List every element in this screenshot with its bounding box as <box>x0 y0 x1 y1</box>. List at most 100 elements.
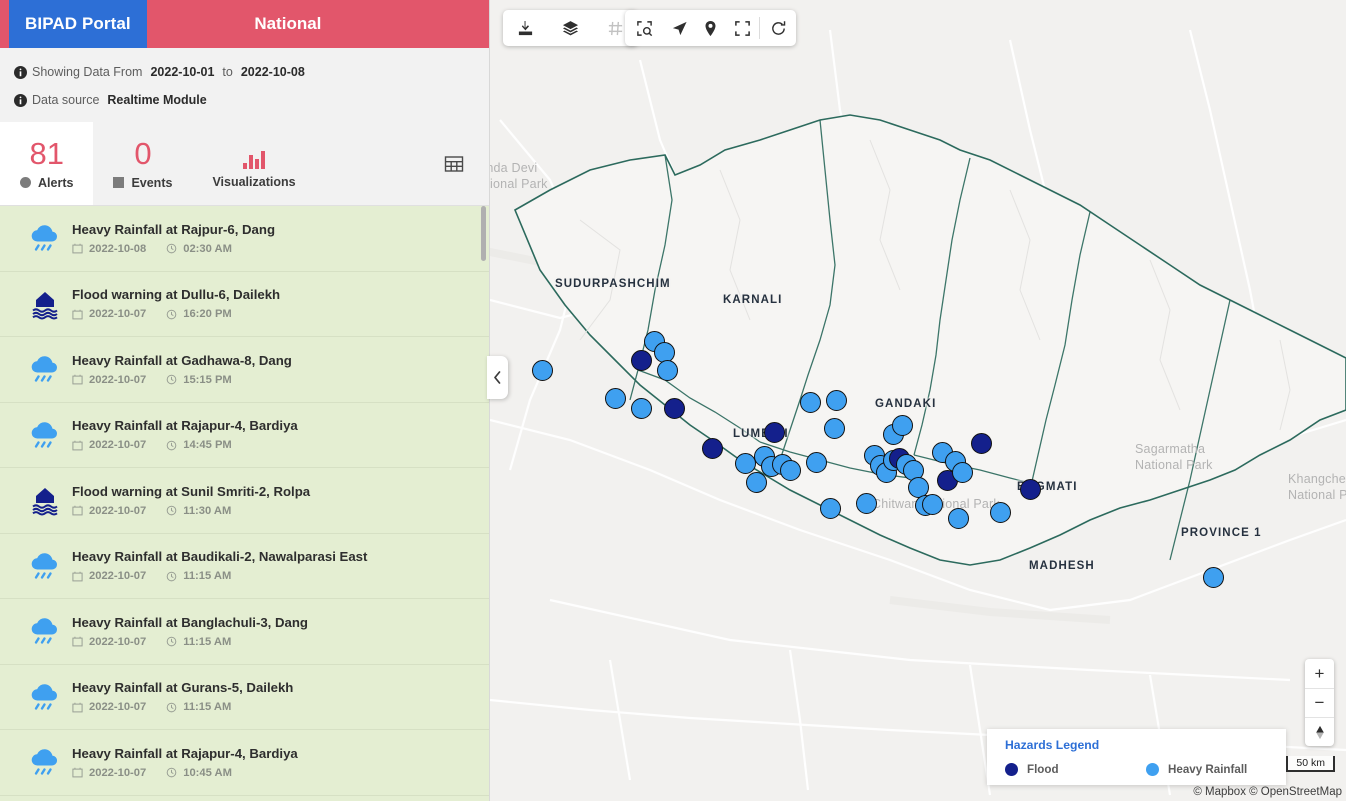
map-province-label: MADHESH <box>1029 560 1095 572</box>
alert-date: 2022-10-07 <box>89 439 147 452</box>
zoom-to-area-icon[interactable] <box>625 10 663 46</box>
hazard-point-rain[interactable] <box>604 387 626 409</box>
calendar-icon <box>72 374 83 385</box>
legend-item[interactable]: Heavy Rainfall <box>1146 763 1247 776</box>
alert-title: Heavy Rainfall at Rajpur-6, Dang <box>72 221 275 237</box>
stat-events[interactable]: 0 Events <box>93 122 192 205</box>
hazard-point-flood[interactable] <box>630 349 652 371</box>
alert-list-item[interactable]: Heavy Rainfall at Gurans-5, Dailekh 2022-… <box>0 664 489 730</box>
location-pin-icon[interactable] <box>695 10 725 46</box>
hazard-point-flood[interactable] <box>663 397 685 419</box>
map-container[interactable]: SUDURPASHCHIM KARNALI GANDAKI LUMBINI BAGMAT… <box>490 0 1346 801</box>
hazard-point-flood[interactable] <box>1019 478 1041 500</box>
compass-icon[interactable] <box>1305 717 1334 746</box>
legend-label: Heavy Rainfall <box>1168 763 1248 776</box>
flood-icon <box>32 488 58 516</box>
navigate-icon[interactable] <box>663 10 695 46</box>
hazard-point-flood[interactable] <box>970 432 992 454</box>
alert-time: 10:45 AM <box>183 766 232 779</box>
alert-list-item[interactable]: Heavy Rainfall at Banglachuli-3, Dang 202… <box>0 599 489 665</box>
info-icon <box>14 93 32 107</box>
hazard-point-rain[interactable] <box>630 397 652 419</box>
calendar-icon <box>72 767 83 778</box>
hazard-point-rain[interactable] <box>989 501 1011 523</box>
alert-date: 2022-10-08 <box>89 242 147 255</box>
stats-bar: 81 Alerts 0 Events Visualizations <box>0 122 489 206</box>
alerts-label: Alerts <box>38 175 74 190</box>
table-icon[interactable] <box>443 153 465 175</box>
hazard-point-rain[interactable] <box>531 359 553 381</box>
alert-title: Heavy Rainfall at Gadhawa-8, Dang <box>72 352 292 368</box>
hazard-point-rain[interactable] <box>855 492 877 514</box>
hazard-point-rain[interactable] <box>891 414 913 436</box>
hazard-point-rain[interactable] <box>947 507 969 529</box>
hazard-point-rain[interactable] <box>799 391 821 413</box>
heavy-rainfall-icon <box>31 225 58 251</box>
stat-visualizations[interactable]: Visualizations <box>192 122 315 205</box>
clock-icon <box>166 767 177 778</box>
heavy-rainfall-icon <box>18 681 72 713</box>
clock-icon <box>166 505 177 516</box>
hazard-point-rain[interactable] <box>745 471 767 493</box>
calendar-icon <box>72 571 83 582</box>
circle-icon <box>20 177 31 188</box>
heavy-rainfall-icon <box>31 749 58 775</box>
hazard-point-flood[interactable] <box>763 421 785 443</box>
panel-collapse-button[interactable] <box>487 356 508 399</box>
hazard-point-rain[interactable] <box>1202 566 1224 588</box>
calendar-icon <box>72 243 83 254</box>
calendar-icon <box>72 440 83 451</box>
visualizations-label: Visualizations <box>212 174 296 189</box>
map-park-label: Nanda Devi National Park <box>490 160 548 192</box>
alert-time: 11:30 AM <box>183 504 232 517</box>
hazard-point-flood[interactable] <box>701 437 723 459</box>
calendar-icon <box>72 702 83 713</box>
alert-list-item[interactable]: Heavy Rainfall at Rajapur-4, Bardiya 2022… <box>0 730 489 796</box>
alert-list-item[interactable]: Heavy Rainfall at Rajapur-4, Bardiya 2022… <box>0 402 489 468</box>
stat-alerts[interactable]: 81 Alerts <box>0 122 94 205</box>
zoom-in-button[interactable]: + <box>1305 659 1334 688</box>
heavy-rainfall-icon <box>31 683 58 710</box>
chevron-left-icon <box>494 371 501 384</box>
layers-icon[interactable] <box>548 10 593 46</box>
hazard-point-rain[interactable] <box>921 493 943 515</box>
clock-icon <box>166 505 177 516</box>
alert-list-item[interactable]: Heavy Rainfall at Baudikali-2, Nawalpara… <box>0 533 489 599</box>
hazard-point-rain[interactable] <box>951 461 973 483</box>
fullscreen-icon[interactable] <box>725 10 759 46</box>
hazard-point-rain[interactable] <box>805 451 827 473</box>
calendar-icon <box>72 440 83 451</box>
alert-list-item[interactable]: Heavy Rainfall at Rajpur-6, Dang 2022-10-… <box>0 206 489 272</box>
square-icon <box>113 177 125 188</box>
alert-date: 2022-10-07 <box>89 570 147 583</box>
legend-label: Flood <box>1027 763 1059 776</box>
alert-list-item[interactable]: Flood warning at Sunil Smriti-2, Rolpa 20… <box>0 468 489 534</box>
hazard-point-rain[interactable] <box>656 359 678 381</box>
hazard-point-rain[interactable] <box>825 389 847 411</box>
data-source-label: Data source <box>32 93 100 107</box>
refresh-icon[interactable] <box>760 10 796 46</box>
hazards-legend: Hazards Legend Flood Heavy Rainfall <box>987 729 1286 785</box>
legend-item[interactable]: Flood <box>1005 763 1146 776</box>
alert-list[interactable]: Heavy Rainfall at Rajpur-6, Dang 2022-10-… <box>0 206 489 801</box>
alert-list-item[interactable]: Heavy Rainfall at Gadhawa-8, Dang 2022-10… <box>0 337 489 403</box>
clock-icon <box>166 767 177 778</box>
map-tools-left <box>503 10 638 46</box>
to-label: to <box>222 65 233 79</box>
alert-date: 2022-10-07 <box>89 635 147 648</box>
hazard-point-rain[interactable] <box>779 459 801 481</box>
scrollbar-thumb[interactable] <box>481 206 486 261</box>
hazard-point-rain[interactable] <box>823 417 845 439</box>
download-icon[interactable] <box>503 10 548 46</box>
hazard-point-rain[interactable] <box>734 452 756 474</box>
map-province-label: KARNALI <box>723 294 783 306</box>
alert-list-item[interactable]: Flood warning at Dullu-6, Dailekh 2022-10… <box>0 271 489 337</box>
alert-list-scrollbar[interactable] <box>481 206 486 801</box>
map-attribution: © Mapbox © OpenStreetMap <box>1193 786 1342 798</box>
zoom-out-button[interactable]: − <box>1305 688 1334 717</box>
heavy-rainfall-icon <box>18 550 72 582</box>
flood-icon <box>18 288 72 320</box>
clock-icon <box>166 571 177 582</box>
brand-logo[interactable]: BIPAD Portal <box>9 0 147 48</box>
hazard-point-rain[interactable] <box>819 497 841 519</box>
